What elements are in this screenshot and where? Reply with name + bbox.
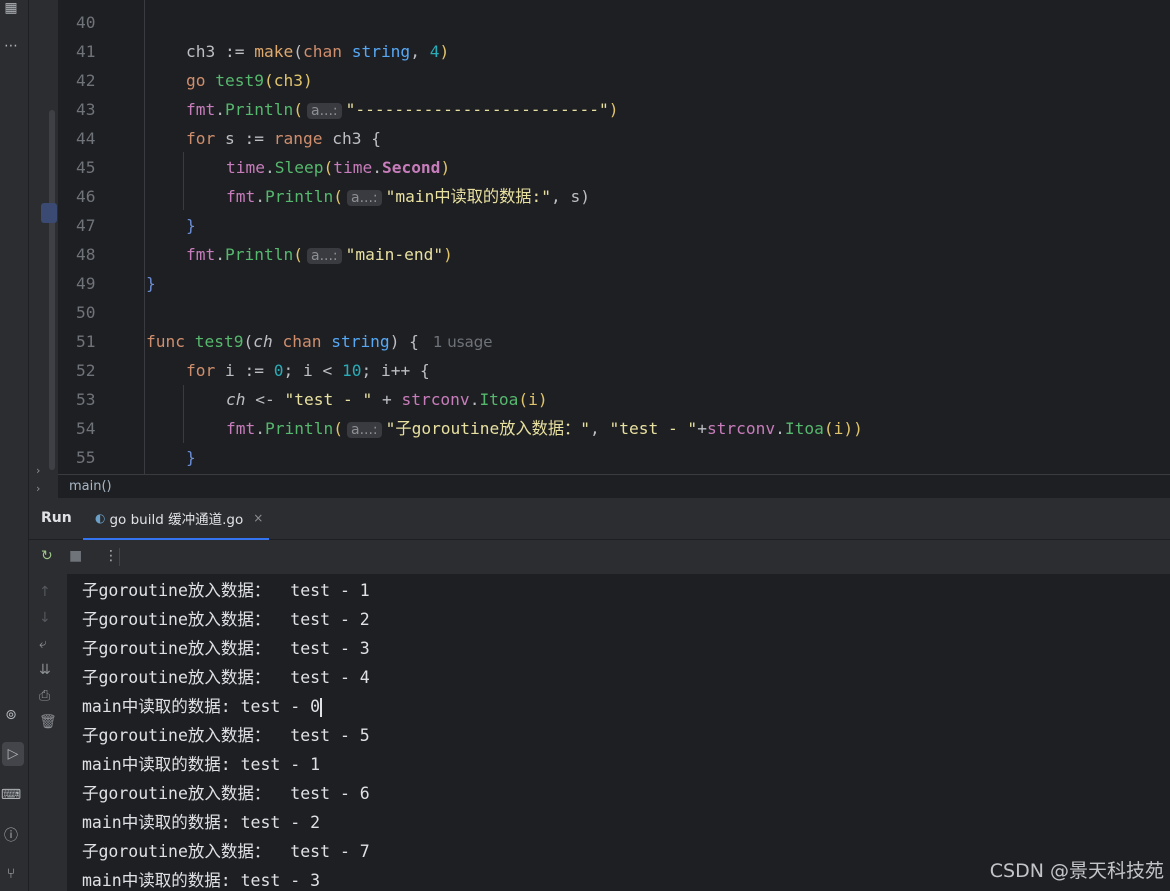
code-line: for s := range ch3 { — [186, 129, 381, 148]
line-number: 43 — [76, 100, 96, 119]
text-caret — [320, 698, 323, 717]
parameter-hint: a...: — [306, 248, 342, 264]
git-icon[interactable]: ⑂ — [0, 862, 22, 886]
line-number: 47 — [76, 216, 96, 235]
console-line: 子goroutine放入数据： test - 2 — [82, 610, 370, 629]
chevron-right-icon[interactable]: › — [36, 464, 40, 477]
tab-label: go build 缓冲通道.go — [109, 512, 244, 528]
console-side-toolbar: ↑ ↓ ⤶ ⇊ ⎙ 🗑 — [29, 574, 67, 891]
code-line: func test9(ch chan string) {1 usage — [146, 332, 493, 351]
console-line: 子goroutine放入数据： test - 5 — [82, 726, 370, 745]
breadcrumb[interactable]: main() — [58, 474, 1170, 498]
console-line: 子goroutine放入数据： test - 6 — [82, 784, 370, 803]
toolbar-divider — [119, 548, 120, 566]
line-number: 44 — [76, 129, 96, 148]
parameter-hint: a...: — [306, 103, 342, 119]
trash-icon[interactable]: 🗑 — [39, 714, 57, 730]
code-line: for i := 0; i < 10; i++ { — [186, 361, 430, 380]
run-tool-icon[interactable]: ▷ — [2, 742, 24, 766]
soft-wrap-icon[interactable]: ⤶ — [39, 636, 47, 652]
close-icon[interactable]: × — [253, 511, 263, 525]
code-line: } — [186, 216, 196, 235]
parameter-hint: a...: — [346, 190, 382, 206]
arrow-down-icon[interactable]: ↓ — [39, 610, 51, 626]
line-number: 50 — [76, 303, 96, 322]
line-number: 49 — [76, 274, 96, 293]
line-number: 51 — [76, 332, 96, 351]
console-line: 子goroutine放入数据： test - 1 — [82, 581, 370, 600]
structure-scrollbar[interactable] — [49, 110, 55, 470]
line-number: 40 — [76, 13, 96, 32]
code-line: fmt.Println(a...: "子goroutine放入数据：", "tes… — [226, 419, 863, 438]
more-icon[interactable]: ⋯ — [0, 34, 22, 58]
console-line: main中读取的数据: test - 3 — [82, 871, 321, 890]
code-line: time.Sleep(time.Second) — [226, 158, 451, 177]
scroll-to-end-icon[interactable]: ⇊ — [39, 662, 51, 678]
code-editor[interactable]: 40 41 ch3 := make(chan string, 4) 42 go te… — [58, 0, 1170, 474]
chevron-right-icon[interactable]: › — [36, 482, 40, 495]
console-line: main中读取的数据: test - 1 — [82, 755, 321, 774]
parameter-hint: a...: — [346, 422, 382, 438]
line-number: 45 — [76, 158, 96, 177]
console-line: 子goroutine放入数据： test - 4 — [82, 668, 370, 687]
console-line: 子goroutine放入数据： test - 7 — [82, 842, 370, 861]
run-toolbar: ↻ ■ ⋮ — [29, 540, 1170, 574]
console-output[interactable]: ↑ ↓ ⤶ ⇊ ⎙ 🗑 子goroutine放入数据： test - 1 子go… — [29, 574, 1170, 891]
console-line: main中读取的数据: test - 2 — [82, 813, 321, 832]
left-tool-strip: ▦ ⋯ ⊚ ▷ ⌨ ⓘ ⑂ — [0, 0, 29, 891]
more-options-icon[interactable]: ⋮ — [104, 548, 118, 564]
watermark: CSDN @景天科技苑 — [989, 860, 1164, 882]
run-panel-title: Run — [41, 510, 72, 526]
terminal-icon[interactable]: ⌨ — [0, 783, 22, 807]
structure-marker — [41, 203, 57, 223]
code-line: } — [186, 448, 196, 467]
code-line: ch3 := make(chan string, 4) — [186, 42, 450, 61]
run-configuration-tab[interactable]: ◐ go build 缓冲通道.go × — [83, 498, 269, 540]
line-number: 48 — [76, 245, 96, 264]
run-panel-header: Run ◐ go build 缓冲通道.go × — [29, 498, 1170, 540]
console-line: 子goroutine放入数据： test - 3 — [82, 639, 370, 658]
problems-icon[interactable]: ⓘ — [0, 823, 22, 847]
line-number: 54 — [76, 419, 96, 438]
rerun-icon[interactable]: ↻ — [41, 548, 53, 564]
code-line: go test9(ch3) — [186, 71, 313, 90]
code-line: fmt.Println(a...: "main中读取的数据:", s) — [226, 187, 590, 206]
line-number: 53 — [76, 390, 96, 409]
code-line: fmt.Println(a...: "----------------------… — [186, 100, 619, 119]
code-line: } — [146, 274, 156, 293]
line-number: 55 — [76, 448, 96, 467]
line-number: 52 — [76, 361, 96, 380]
structure-icon[interactable]: ▦ — [0, 0, 22, 20]
go-file-icon: ◐ — [95, 511, 106, 525]
code-line: ch <- "test - " + strconv.Itoa(i) — [226, 390, 548, 409]
line-number: 46 — [76, 187, 96, 206]
line-number: 42 — [76, 71, 96, 90]
print-icon[interactable]: ⎙ — [39, 688, 50, 704]
arrow-up-icon[interactable]: ↑ — [39, 584, 51, 600]
line-number: 41 — [76, 42, 96, 61]
stop-icon[interactable]: ■ — [69, 548, 82, 564]
usage-hint[interactable]: 1 usage — [433, 333, 493, 351]
services-icon[interactable]: ⊚ — [0, 703, 22, 727]
code-line: fmt.Println(a...: "main-end") — [186, 245, 453, 264]
console-line: main中读取的数据: test - 0 — [82, 697, 323, 717]
